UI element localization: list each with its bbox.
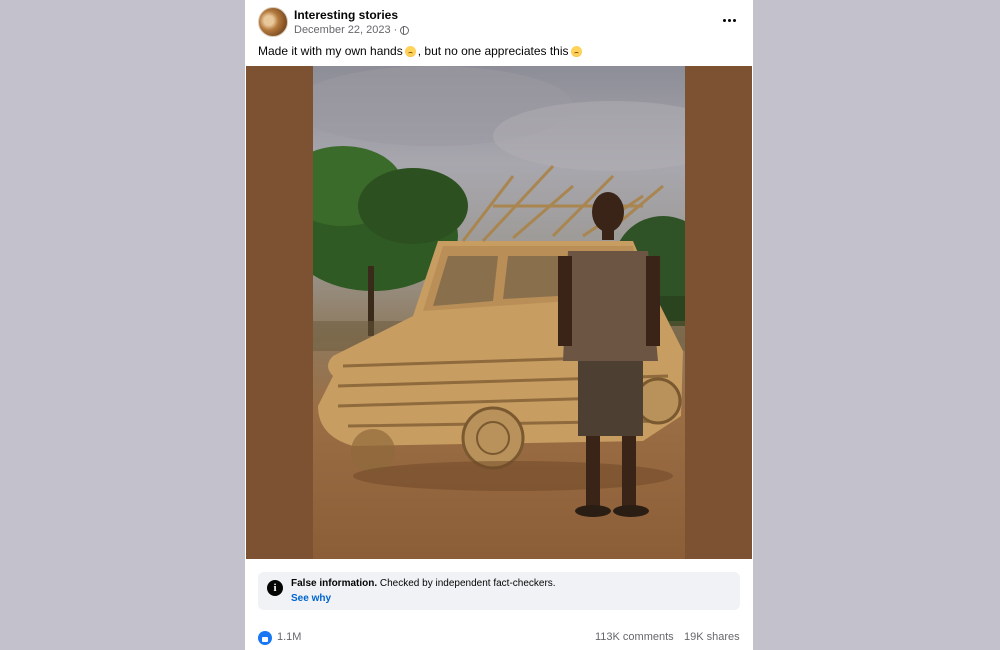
reaction-bar: 1.1M 113K comments 19K shares [258, 630, 740, 646]
more-options-icon[interactable] [721, 12, 737, 28]
post-header: Interesting stories December 22, 2023 · [245, 0, 753, 40]
caption-text-1: Made it with my own hands [258, 44, 403, 58]
see-why-link[interactable]: See why [291, 593, 331, 604]
globe-icon [400, 25, 410, 35]
post-date[interactable]: December 22, 2023 · [294, 24, 397, 36]
emoji-icon [404, 45, 416, 57]
post-meta: December 22, 2023 · [294, 24, 410, 36]
fact-check-description: Checked by independent fact-checkers. [377, 578, 556, 589]
fact-check-banner: i False information. Checked by independ… [258, 572, 740, 610]
like-count[interactable]: 1.1M [277, 631, 301, 643]
info-icon: i [267, 580, 283, 596]
avatar[interactable] [258, 7, 288, 37]
emoji-icon [570, 45, 582, 57]
comments-count[interactable]: 113K comments [595, 631, 674, 643]
post-author[interactable]: Interesting stories [294, 8, 398, 22]
like-icon[interactable] [258, 631, 272, 645]
post-image-frame [246, 66, 752, 559]
post-caption: Made it with my own hands , but no one a… [258, 44, 584, 58]
post-card: Interesting stories December 22, 2023 · … [245, 0, 753, 650]
shares-count[interactable]: 19K shares [684, 631, 740, 643]
post-image[interactable] [313, 66, 685, 559]
fact-check-label: False information. [291, 578, 378, 589]
caption-text-2: , but no one appreciates this [417, 44, 569, 58]
fact-check-text: False information. Checked by independen… [291, 578, 556, 589]
